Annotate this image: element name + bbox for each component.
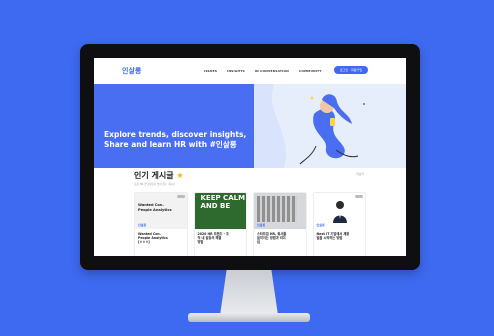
thumbnail-title: KEEP CALM AND BE — [200, 194, 246, 210]
monitor-base — [188, 313, 310, 322]
thumbnail-brand: 인살롱 — [138, 223, 147, 227]
person-with-phone-icon — [254, 84, 365, 168]
section-title-text: 인기 게시글 — [134, 171, 174, 180]
thumbnail-title: Wanted Con. People Analytics — [138, 203, 172, 212]
site-header: 인살롱 ISSUES INSIGHTS IN CONVERSATION COMM… — [94, 58, 406, 84]
more-link[interactable]: 더보기 — [356, 172, 364, 176]
article-title: 스타트업 HR, 회사를 움직이는 방법과 리더 십 — [257, 232, 287, 245]
main-nav: ISSUES INSIGHTS IN CONVERSATION COMMUNIT… — [204, 69, 322, 73]
monitor-screen: 인살롱 ISSUES INSIGHTS IN CONVERSATION COMM… — [94, 58, 406, 256]
article-thumbnail: Wanted Con. People Analytics 인살롱 — [135, 193, 187, 229]
article-card[interactable]: 인살롱 스타트업 HR, 회사를 움직이는 방법과 리더 십 — [253, 192, 307, 256]
thumbnail-brand: 인살롱 — [257, 223, 266, 227]
site-logo[interactable]: 인살롱 — [122, 66, 141, 76]
star-icon: ★ — [176, 171, 184, 180]
group-photo — [257, 196, 297, 222]
article-card[interactable]: KEEP CALM AND BE 2020 HR 트렌드 - 조 직 내 갈등의… — [193, 192, 247, 256]
article-title: 2020 HR 트렌드 - 조 직 내 갈등의 해결 방법 — [197, 232, 230, 245]
tag-badge — [355, 195, 363, 198]
hero-line-2: Share and learn HR with #인살롱 — [104, 140, 237, 149]
article-thumbnail: KEEP CALM AND BE — [194, 193, 246, 229]
monitor-stand — [219, 270, 279, 318]
login-button[interactable]: 로그인 · 회원가입 — [334, 66, 368, 74]
article-title: Wanted Con. People Analytics [ㅇㅇㅇ] — [138, 232, 168, 245]
person-portrait-icon — [332, 201, 347, 223]
thumbnail-brand: 인살롱 — [316, 223, 325, 227]
tag-badge — [176, 195, 185, 198]
section-subtitle: 요즘 HR 담당자들이 많이 읽는 게시글 — [134, 183, 176, 186]
hero-headline: Explore trends, discover insights, Share… — [104, 130, 254, 150]
article-thumbnail: 인살롱 — [313, 193, 365, 229]
nav-item-issues[interactable]: ISSUES — [204, 69, 217, 73]
article-card[interactable]: Wanted Con. People Analytics 인살롱 Wanted … — [134, 192, 188, 256]
nav-item-insights[interactable]: INSIGHTS — [227, 69, 245, 73]
nav-item-community[interactable]: COMMUNITY — [299, 69, 322, 73]
article-title: Next IT 기업에서 채용 일을 시작하는 방법 — [316, 232, 350, 241]
article-list: Wanted Con. People Analytics 인살롱 Wanted … — [134, 192, 366, 256]
article-thumbnail: 인살롱 — [254, 193, 306, 229]
section-title: 인기 게시글 ★ — [134, 170, 184, 181]
hero-line-1: Explore trends, discover insights, — [104, 130, 247, 139]
nav-item-in-conversation[interactable]: IN CONVERSATION — [255, 69, 289, 73]
hero-illustration — [254, 84, 406, 168]
stage: 인살롱 ISSUES INSIGHTS IN CONVERSATION COMM… — [0, 0, 494, 336]
article-card[interactable]: 인살롱 Next IT 기업에서 채용 일을 시작하는 방법 — [312, 192, 366, 256]
hero-banner: Explore trends, discover insights, Share… — [94, 84, 406, 168]
